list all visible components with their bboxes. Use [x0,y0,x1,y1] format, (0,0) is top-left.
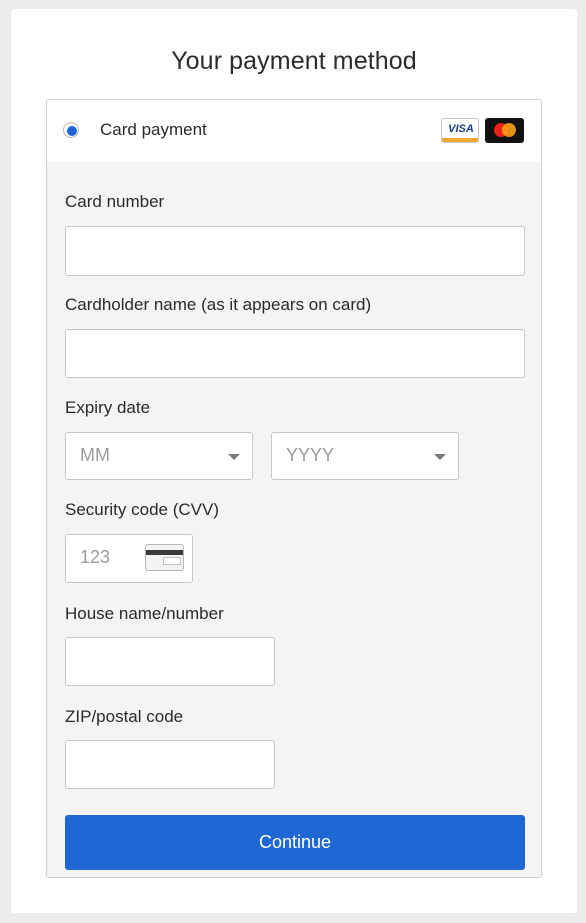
expiry-year-select[interactable]: YYYY [271,432,459,480]
cardholder-name-input[interactable] [65,329,525,378]
chevron-down-icon [228,454,240,460]
cvv-placeholder: 123 [80,547,111,567]
chevron-down-icon [434,454,446,460]
payment-method-option[interactable]: Card payment VISA [47,100,541,162]
house-label: House name/number [65,604,224,623]
visa-logo-band [442,138,478,142]
page-title: Your payment method [171,47,417,75]
payment-card-container: Your payment method Card payment VISA Ca… [11,9,577,913]
house-input[interactable] [65,637,275,686]
visa-logo: VISA [441,118,479,143]
cvv-label: Security code (CVV) [65,500,219,519]
radio-selected-dot [67,126,77,136]
payment-panel: Card payment VISA Card number Cardholder… [46,99,542,878]
expiry-date-label: Expiry date [65,398,151,417]
visa-logo-text: VISA [448,123,474,135]
continue-button[interactable]: Continue [65,815,525,870]
card-payment-label[interactable]: Card payment [100,120,207,140]
mastercard-yellow-circle [502,123,516,137]
expiry-year-placeholder: YYYY [286,445,335,465]
expiry-month-select[interactable]: MM [65,432,253,480]
card-number-label: Card number [65,192,165,211]
card-back-icon [145,544,184,571]
zip-label: ZIP/postal code [65,707,184,726]
cvv-input[interactable]: 123 [65,534,193,583]
card-back-stripe [146,550,183,555]
expiry-month-placeholder: MM [80,445,110,465]
zip-input[interactable] [65,740,275,789]
card-number-input[interactable] [65,226,525,276]
card-payment-radio[interactable] [63,122,79,138]
card-back-code-box [163,557,181,565]
cardholder-name-label: Cardholder name (as it appears on card) [65,295,372,314]
mastercard-logo [485,118,524,143]
